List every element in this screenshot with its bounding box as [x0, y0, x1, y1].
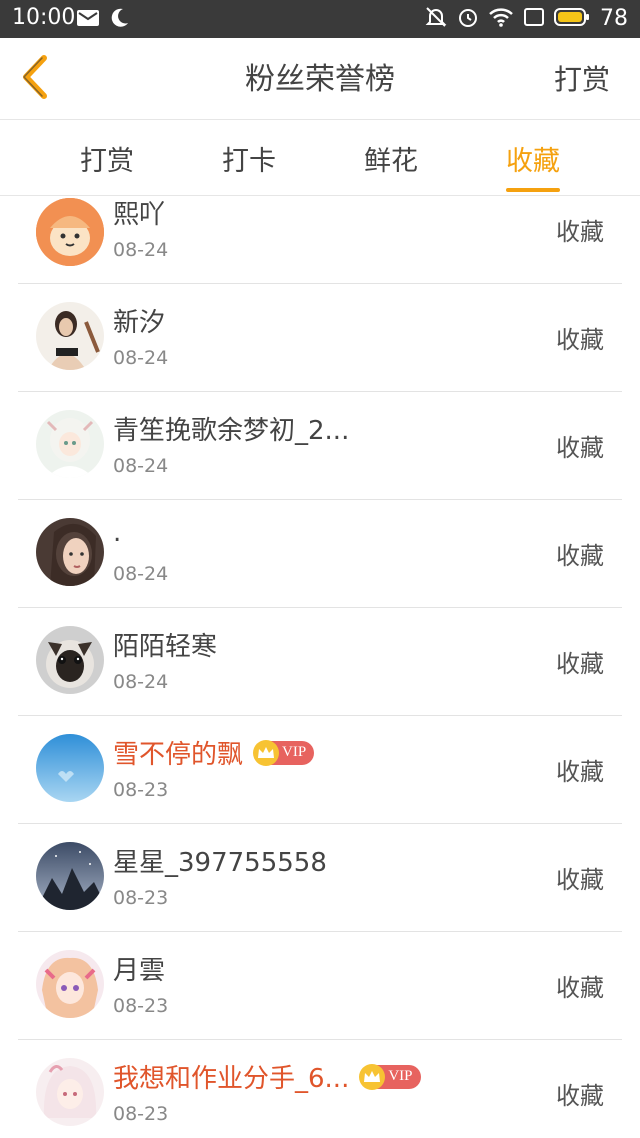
name-line: 星星_397755558	[113, 842, 327, 879]
tab-reward[interactable]: 打赏	[37, 120, 177, 196]
list-item[interactable]: 新汐 08-24 收藏	[18, 284, 622, 392]
crown-icon	[359, 1063, 386, 1090]
list-item[interactable]: 青笙挽歌余梦初_2... 08-24 收藏	[18, 392, 622, 500]
tab-checkin[interactable]: 打卡	[179, 120, 319, 196]
date: 08-24	[113, 563, 169, 585]
status-bar: 10:00 78	[0, 0, 640, 38]
vip-badge: VIP	[359, 1063, 421, 1090]
list-item[interactable]: 陌陌轻寒 08-24 收藏	[18, 608, 622, 716]
screen-icon	[522, 6, 546, 32]
name-line: 我想和作业分手_6... VIP	[113, 1058, 421, 1095]
action-label: 收藏	[556, 866, 604, 894]
avatar	[36, 626, 104, 694]
avatar	[36, 518, 104, 586]
list-item[interactable]: 星星_397755558 08-23 收藏	[18, 824, 622, 932]
tab-label: 鲜花	[364, 145, 418, 177]
list-item[interactable]: 熙吖 08-24 收藏	[18, 196, 622, 284]
tab-bar: 打赏 打卡 鲜花 收藏	[0, 120, 640, 196]
crown-icon	[253, 739, 280, 766]
page-title: 粉丝荣誉榜	[245, 62, 395, 97]
name-line: 陌陌轻寒	[113, 626, 217, 663]
user-name: .	[113, 518, 122, 548]
tab-favorites[interactable]: 收藏	[463, 120, 603, 196]
avatar	[36, 734, 104, 802]
battery-icon	[554, 6, 590, 32]
list-item[interactable]: . 08-24 收藏	[18, 500, 622, 608]
date: 08-23	[113, 1103, 169, 1125]
user-name: 陌陌轻寒	[113, 632, 218, 662]
action-label: 收藏	[556, 1082, 604, 1110]
tab-label-wrap: 收藏	[506, 139, 560, 178]
action-label: 收藏	[556, 542, 604, 570]
avatar	[36, 410, 104, 478]
reward-button[interactable]: 打赏	[554, 62, 610, 98]
action-label: 收藏	[556, 218, 604, 246]
action-label: 收藏	[556, 758, 604, 786]
user-name: 雪不停的飘	[113, 740, 244, 770]
user-name: 熙吖	[113, 200, 166, 230]
avatar	[36, 950, 104, 1018]
wifi-icon	[488, 6, 514, 32]
name-line: 熙吖	[113, 196, 165, 231]
status-time: 10:00	[12, 5, 76, 30]
tab-flowers[interactable]: 鲜花	[321, 120, 461, 196]
user-name: 星星_397755558	[113, 848, 327, 878]
name-line: 青笙挽歌余梦初_2...	[113, 410, 349, 447]
date: 08-23	[113, 887, 169, 909]
tab-label: 收藏	[506, 145, 560, 177]
avatar	[36, 1058, 104, 1126]
user-name: 青笙挽歌余梦初_2...	[113, 416, 350, 446]
action-label: 收藏	[556, 434, 604, 462]
date: 08-23	[113, 779, 169, 801]
tab-label: 打赏	[80, 145, 134, 177]
vip-label: VIP	[388, 1068, 413, 1084]
user-name: 我想和作业分手_6...	[113, 1064, 350, 1094]
battery-level: 78	[600, 6, 628, 31]
avatar	[36, 302, 104, 370]
date: 08-24	[113, 455, 169, 477]
alarm-icon	[456, 5, 480, 33]
name-line: 新汐	[113, 302, 165, 339]
app-header: 粉丝荣誉榜 打赏	[0, 38, 640, 120]
list-item[interactable]: 我想和作业分手_6... VIP 08-23 收藏	[18, 1040, 622, 1138]
action-label: 收藏	[556, 650, 604, 678]
vip-label: VIP	[282, 744, 307, 760]
avatar	[36, 842, 104, 910]
name-line: .	[113, 518, 121, 548]
avatar	[36, 198, 104, 266]
list-item[interactable]: 雪不停的飘 VIP 08-23 收藏	[18, 716, 622, 824]
date: 08-24	[113, 239, 169, 261]
date: 08-24	[113, 347, 169, 369]
mute-icon	[424, 5, 448, 33]
user-name: 新汐	[113, 308, 166, 338]
fan-list: 熙吖 08-24 收藏 新汐 08-24 收藏 青笙挽歌余梦初_2... 08-…	[0, 196, 640, 1138]
name-line: 雪不停的飘 VIP	[113, 734, 315, 771]
name-line: 月雲	[113, 950, 165, 987]
tab-label: 打卡	[222, 145, 276, 177]
action-label: 收藏	[556, 326, 604, 354]
moon-icon	[108, 7, 130, 33]
user-name: 月雲	[113, 956, 166, 986]
mail-icon	[76, 8, 100, 32]
tab-active-indicator	[506, 188, 560, 192]
vip-badge: VIP	[253, 739, 315, 766]
date: 08-24	[113, 671, 169, 693]
date: 08-23	[113, 995, 169, 1017]
list-item[interactable]: 月雲 08-23 收藏	[18, 932, 622, 1040]
action-label: 收藏	[556, 974, 604, 1002]
